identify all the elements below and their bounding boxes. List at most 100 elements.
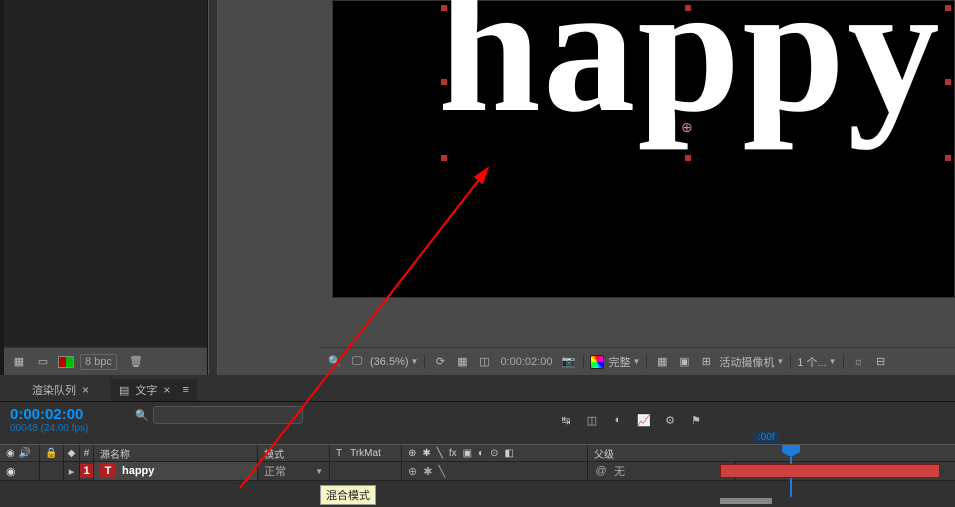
selection-handle[interactable] — [945, 79, 951, 85]
views-value: 1 个... — [797, 354, 826, 370]
current-time[interactable]: 0:00:02:00 — [497, 356, 555, 368]
magnify-icon[interactable]: 🔍 — [326, 353, 344, 371]
zoom-value: (36.5%) — [370, 356, 409, 368]
chevron-down-icon: ▼ — [829, 357, 837, 366]
text-layer-icon: T — [100, 464, 116, 478]
selection-handle[interactable] — [945, 155, 951, 161]
snapshot-icon[interactable]: 📷 — [559, 353, 577, 371]
playhead-icon[interactable] — [782, 445, 800, 457]
composition-canvas[interactable]: happy ⊕ — [332, 0, 955, 298]
bpc-button[interactable]: 8 bpc — [80, 354, 117, 370]
panel-menu-icon[interactable]: ≡ — [182, 384, 188, 396]
comp-icon: ▤ — [119, 384, 129, 397]
speaker-icon: 🔊 — [19, 448, 31, 459]
selection-handle[interactable] — [441, 5, 447, 11]
selection-handle[interactable] — [945, 5, 951, 11]
views-dropdown[interactable]: 1 个... ▼ — [797, 353, 836, 371]
layer-duration-bar[interactable] — [720, 464, 940, 478]
col-label: ◆ — [64, 445, 80, 461]
zoom-dropdown[interactable]: (36.5%) ▼ — [370, 353, 418, 371]
monitor-icon[interactable]: 🖵 — [348, 353, 366, 371]
selection-handle[interactable] — [685, 5, 691, 11]
timeline-aux-controls: ↹ ◫ ◐ 📈 ⚙ ⚑ — [500, 410, 715, 430]
viewer-toolbar: 🔍 🖵 (36.5%) ▼ ⟳ ▦ ◫ 0:00:02:00 📷 完整 ▼ ▦ … — [320, 347, 955, 375]
exposure-icon[interactable]: ☼ — [850, 353, 868, 371]
close-icon[interactable]: × — [163, 383, 170, 397]
timecode-block: 0:00:02:00 00048 (24.00 fps) — [0, 402, 128, 434]
mask-toggle-icon[interactable]: ◫ — [475, 353, 493, 371]
selection-handle[interactable] — [441, 79, 447, 85]
fx-icon: fx — [449, 448, 457, 459]
timeline-track-area: :00f — [720, 444, 955, 504]
frame-blend-icon[interactable]: ◫ — [583, 411, 601, 429]
project-panel-footer: ▦ ▭ 8 bpc 🗑 — [4, 347, 207, 375]
layer-search-input[interactable] — [153, 406, 303, 424]
eye-toggle-icon[interactable]: ◉ — [6, 465, 16, 478]
col-mode[interactable]: 模式 — [258, 445, 330, 461]
timeline-panel: 渲染队列 × ▤ 文字 × ≡ 0:00:02:00 00048 (24.00 … — [0, 375, 955, 507]
col-switches: ⊕ ✱ ╲ fx ▣ ◐ ⊙ ◧ — [402, 445, 588, 461]
tab-composition[interactable]: ▤ 文字 × ≡ — [111, 379, 197, 401]
shy-icon: ⊕ — [408, 448, 416, 459]
chevron-down-icon: ▼ — [411, 357, 419, 366]
draft-3d-icon[interactable]: ⚙ — [661, 411, 679, 429]
new-folder-icon[interactable]: ▭ — [34, 353, 52, 371]
layer-track — [720, 462, 955, 481]
layer-number: 1 — [80, 464, 92, 478]
trash-icon[interactable]: 🗑 — [127, 353, 145, 371]
eye-icon: ◉ — [6, 448, 15, 459]
tab-label: 渲染队列 — [32, 382, 76, 398]
parent-dropdown[interactable]: @ 无 ▼ — [588, 462, 736, 480]
tooltip: 混合模式 — [320, 485, 376, 505]
quality-dropdown[interactable]: 完整 ▼ — [608, 353, 640, 371]
camera-value: 活动摄像机 — [719, 354, 774, 370]
resolution-icon[interactable]: ⟳ — [431, 353, 449, 371]
safe-zones-icon[interactable]: ▦ — [453, 353, 471, 371]
playhead-time-label: :00f — [754, 432, 779, 443]
shy-toggle-icon[interactable]: ↹ — [557, 411, 575, 429]
twirl-arrow-icon[interactable]: ▸ — [69, 465, 75, 478]
time-ruler[interactable]: :00f — [720, 444, 955, 462]
trkmat-dropdown[interactable] — [330, 462, 402, 480]
collapse-icon: ✱ — [422, 448, 430, 459]
transparency-grid-icon[interactable]: ⊞ — [697, 353, 715, 371]
col-trkmat[interactable]: T TrkMat — [330, 445, 402, 461]
current-timecode[interactable]: 0:00:02:00 — [10, 406, 122, 423]
search-icon: 🔍 — [135, 409, 149, 422]
col-num: # — [80, 445, 94, 461]
tab-render-queue[interactable]: 渲染队列 × — [24, 379, 97, 401]
col-parent[interactable]: 父级 — [588, 445, 736, 461]
blend-mode-dropdown[interactable]: 正常 ▼ — [258, 462, 330, 480]
camera-dropdown[interactable]: 活动摄像机 ▼ — [719, 353, 784, 371]
anchor-point-icon[interactable]: ⊕ — [681, 119, 693, 136]
graph-editor-icon[interactable]: 📈 — [635, 411, 653, 429]
zoom-scrollbar[interactable] — [720, 498, 772, 504]
col-lock: 🔒 — [40, 445, 64, 461]
col-visibility: ◉ 🔊 — [0, 445, 40, 461]
selection-handle[interactable] — [685, 155, 691, 161]
layer-switches[interactable]: ⊕ ✱ ╲ — [402, 462, 588, 480]
channel-swatch-icon[interactable] — [590, 355, 604, 369]
interpret-footage-icon[interactable]: ▦ — [10, 353, 28, 371]
lock-icon: 🔒 — [45, 448, 57, 459]
grid-icon[interactable]: ▦ — [653, 353, 671, 371]
3d-icon: ◧ — [504, 448, 513, 459]
close-icon[interactable]: × — [82, 383, 89, 397]
region-icon[interactable]: ▣ — [675, 353, 693, 371]
chevron-down-icon: ▼ — [632, 357, 640, 366]
chevron-down-icon: ▼ — [776, 357, 784, 366]
settings-icon[interactable]: ⚑ — [687, 411, 705, 429]
pickwhip-icon[interactable]: @ — [594, 465, 608, 477]
col-source[interactable]: 源名称 — [94, 445, 258, 461]
tag-icon: ◆ — [68, 448, 76, 459]
motion-blur-col-icon: ◐ — [478, 448, 484, 459]
motion-blur-icon[interactable]: ◐ — [609, 411, 627, 429]
timeline-icon[interactable]: ⊟ — [872, 353, 890, 371]
shy-toggle-icon[interactable]: ⊕ — [408, 465, 417, 478]
color-depth-swatch-icon — [58, 356, 74, 368]
tab-label: 文字 — [135, 382, 157, 398]
composition-viewer: happy ⊕ 🔍 🖵 (36.5%) ▼ ⟳ ▦ ◫ 0:00:02:00 📷 — [320, 0, 955, 375]
layer-name[interactable]: happy — [122, 465, 154, 477]
timeline-tabs: 渲染队列 × ▤ 文字 × ≡ — [0, 375, 955, 401]
selection-handle[interactable] — [441, 155, 447, 161]
